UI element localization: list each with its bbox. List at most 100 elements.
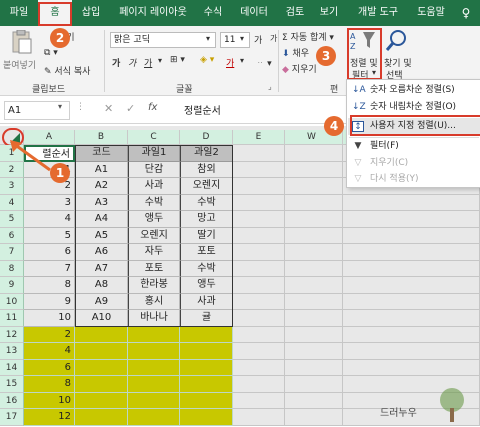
table-cell[interactable]: 8 <box>24 376 75 393</box>
empty-cell[interactable] <box>285 244 343 261</box>
font-color-button[interactable]: 가 <box>226 56 234 69</box>
empty-cell[interactable] <box>285 145 343 162</box>
empty-cell[interactable] <box>233 145 285 162</box>
phonetic-icon[interactable]: ᆢ ▾ <box>256 56 272 69</box>
table-cell[interactable] <box>75 376 128 393</box>
empty-cell[interactable] <box>285 178 343 195</box>
empty-cell[interactable] <box>233 277 285 294</box>
empty-cell[interactable] <box>285 260 343 277</box>
paste-button[interactable]: 붙여넣기 <box>3 58 36 71</box>
table-cell[interactable] <box>180 376 233 393</box>
table-cell[interactable] <box>75 326 128 343</box>
empty-cell[interactable] <box>285 227 343 244</box>
bold-button[interactable]: 가 <box>112 56 120 69</box>
lightbulb-icon[interactable]: ♀ <box>456 0 476 26</box>
insert-function-button[interactable]: fx <box>148 102 157 113</box>
clear-button[interactable]: ◆ 지우기 <box>282 62 317 75</box>
table-cell[interactable]: 6 <box>24 244 75 261</box>
paste-icon[interactable] <box>6 29 36 56</box>
grow-font-button[interactable]: 가 <box>254 33 262 46</box>
table-cell[interactable]: 5 <box>24 227 75 244</box>
table-cell[interactable] <box>75 392 128 409</box>
row-header[interactable]: 8 <box>0 260 24 277</box>
menu-item-sort-descending[interactable]: ↓Z 숫자 내림차순 정렬(O) <box>348 99 480 116</box>
tab-formulas[interactable]: 수식 <box>196 0 230 26</box>
empty-cell[interactable] <box>233 293 285 310</box>
empty-cell[interactable] <box>285 161 343 178</box>
tab-file[interactable]: 파일 <box>2 0 36 26</box>
row-header[interactable]: 5 <box>0 211 24 228</box>
empty-cell[interactable] <box>285 392 343 409</box>
tab-page-layout[interactable]: 페이지 레이아웃 <box>110 0 196 26</box>
chevron-down-icon[interactable]: ▾ <box>206 34 210 43</box>
shrink-font-button[interactable]: 가 <box>270 33 277 44</box>
empty-cell[interactable] <box>233 178 285 195</box>
empty-cell[interactable] <box>285 194 343 211</box>
chevron-down-icon[interactable]: ▾ <box>58 102 62 111</box>
row-header[interactable]: 11 <box>0 310 24 327</box>
table-cell[interactable]: 12 <box>24 409 75 426</box>
row-header[interactable]: 15 <box>0 376 24 393</box>
table-cell[interactable] <box>180 326 233 343</box>
row-header[interactable]: 10 <box>0 293 24 310</box>
empty-cell[interactable] <box>233 161 285 178</box>
empty-cell[interactable] <box>343 211 480 228</box>
borders-icon[interactable]: ⊞ ▾ <box>170 55 185 65</box>
empty-cell[interactable] <box>343 227 480 244</box>
table-cell[interactable] <box>180 343 233 360</box>
table-cell[interactable]: 3 <box>24 194 75 211</box>
table-cell[interactable]: 6 <box>24 359 75 376</box>
empty-cell[interactable] <box>285 359 343 376</box>
empty-cell[interactable] <box>343 277 480 294</box>
format-painter-button[interactable]: ✎ 서식 복사 <box>44 64 90 77</box>
empty-cell[interactable] <box>343 343 480 360</box>
row-header[interactable]: 6 <box>0 227 24 244</box>
chevron-down-icon[interactable]: ▾ <box>240 56 244 65</box>
table-cell[interactable] <box>75 343 128 360</box>
table-cell[interactable] <box>180 392 233 409</box>
empty-cell[interactable] <box>233 244 285 261</box>
table-cell[interactable] <box>75 359 128 376</box>
empty-cell[interactable] <box>285 326 343 343</box>
table-cell[interactable] <box>75 409 128 426</box>
table-cell[interactable]: 9 <box>24 293 75 310</box>
table-cell[interactable] <box>128 326 180 343</box>
row-header[interactable]: 17 <box>0 409 24 426</box>
row-header[interactable]: 13 <box>0 343 24 360</box>
empty-cell[interactable] <box>233 310 285 327</box>
column-header-c[interactable]: C <box>128 130 180 145</box>
formula-input[interactable]: 정렬순서 <box>184 102 221 117</box>
table-cell[interactable]: 2 <box>24 178 75 195</box>
row-header[interactable]: 4 <box>0 194 24 211</box>
empty-cell[interactable] <box>233 359 285 376</box>
cancel-icon[interactable]: ✕ <box>104 102 113 115</box>
table-cell[interactable] <box>180 409 233 426</box>
empty-cell[interactable] <box>343 244 480 261</box>
table-cell[interactable] <box>128 392 180 409</box>
row-header[interactable]: 16 <box>0 392 24 409</box>
table-cell[interactable]: 8 <box>24 277 75 294</box>
empty-cell[interactable] <box>285 293 343 310</box>
menu-item-filter[interactable]: ▼ 필터(F) <box>348 138 480 155</box>
font-size-combo[interactable]: 11 <box>220 32 250 48</box>
empty-cell[interactable] <box>343 326 480 343</box>
enter-icon[interactable]: ✓ <box>126 102 135 115</box>
dialog-launcher-icon[interactable]: ⌟ <box>268 82 272 91</box>
empty-cell[interactable] <box>285 211 343 228</box>
empty-cell[interactable] <box>233 343 285 360</box>
font-name-combo[interactable]: 맑은 고딕 <box>110 32 216 48</box>
table-cell[interactable] <box>128 409 180 426</box>
tab-help[interactable]: 도움말 <box>408 0 454 26</box>
fill-button[interactable]: ⬇ 채우 <box>282 46 309 59</box>
copy-icon[interactable]: ⧉ ▾ <box>44 48 58 58</box>
menu-item-sort-ascending[interactable]: ↓A 숫자 오름차순 정렬(S) <box>348 82 480 99</box>
chevron-down-icon[interactable]: ▾ <box>240 34 244 43</box>
table-cell[interactable] <box>128 343 180 360</box>
chevron-down-icon[interactable]: ▾ <box>158 56 162 65</box>
empty-cell[interactable] <box>233 194 285 211</box>
find-search-icon[interactable] <box>384 28 410 54</box>
column-header-b[interactable]: B <box>75 130 128 145</box>
empty-cell[interactable] <box>233 409 285 426</box>
empty-cell[interactable] <box>233 376 285 393</box>
fill-color-icon[interactable]: ◈ ▾ <box>200 55 214 65</box>
